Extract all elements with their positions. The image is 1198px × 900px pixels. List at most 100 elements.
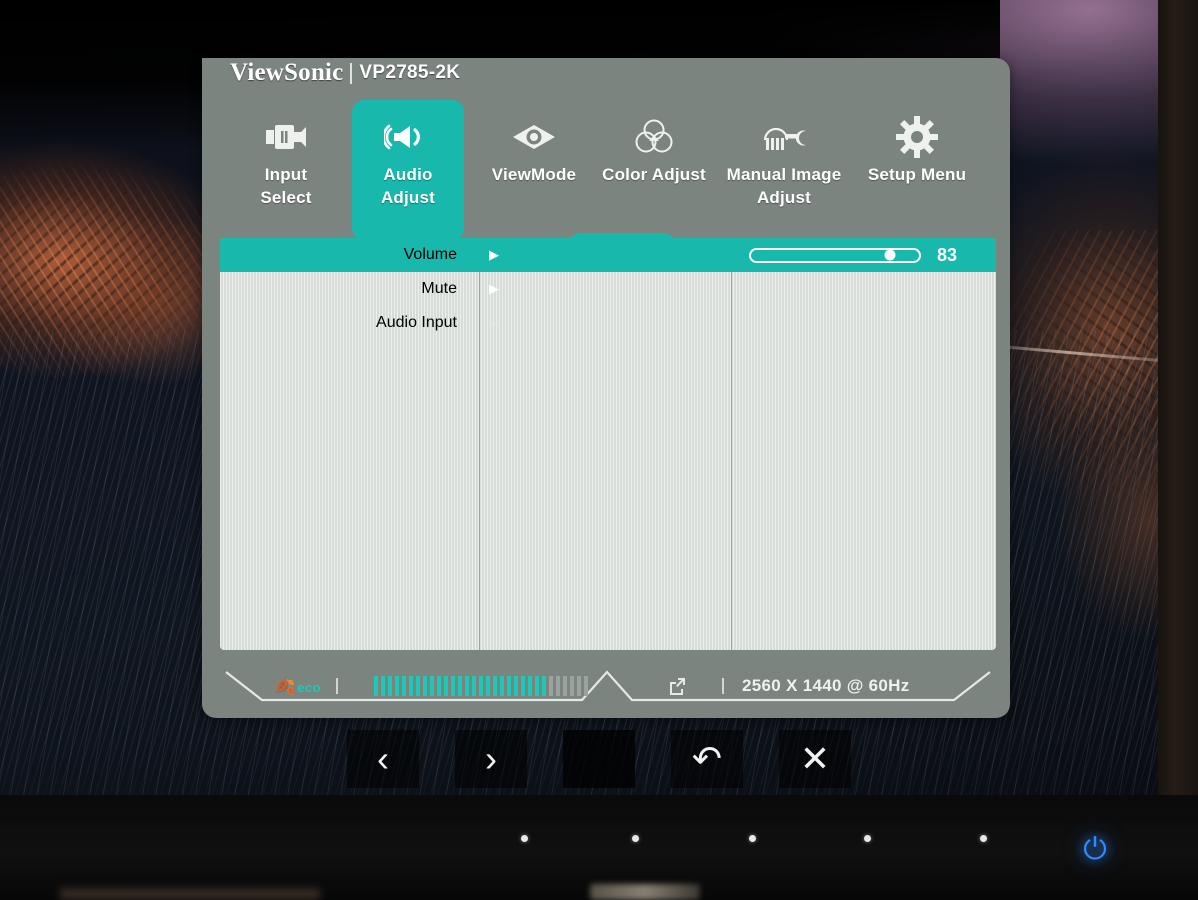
energy-meter-bar <box>472 676 476 696</box>
energy-meter <box>374 676 588 696</box>
status-separator-1 <box>336 678 338 694</box>
energy-meter-bar <box>556 676 560 696</box>
tab-label-input-select: Input Select <box>260 165 312 207</box>
energy-meter-bar <box>458 676 462 696</box>
power-icon: ⏻ <box>1083 833 1107 866</box>
tab-color-adjust[interactable]: Color Adjust <box>598 100 710 203</box>
tab-setup-menu[interactable]: Setup Menu <box>854 100 980 203</box>
status-separator-2 <box>722 678 724 694</box>
energy-meter-bar <box>514 676 518 696</box>
energy-meter-bar <box>570 676 574 696</box>
eco-label: eco <box>297 679 322 695</box>
power-button[interactable]: ⏻ <box>1077 832 1113 868</box>
menu-item-audio-input: Audio Input ▶ <box>220 306 731 340</box>
chevron-right-icon: › <box>485 737 497 779</box>
energy-meter-bar <box>584 676 588 696</box>
blank-button[interactable] <box>563 729 635 788</box>
tab-input-select[interactable]: Input Select <box>230 100 342 226</box>
tab-viewmode[interactable]: ViewMode <box>478 100 590 203</box>
energy-meter-bar <box>374 676 378 696</box>
panel-divider-2 <box>731 238 732 650</box>
tab-label-manual-image-adjust: Manual Image Adjust <box>726 165 842 207</box>
tab-label-setup-menu: Setup Menu <box>867 165 967 184</box>
eco-indicator: 🍂 eco <box>274 678 321 695</box>
chevron-right-icon: ▶ <box>489 315 499 330</box>
tab-label-color-adjust: Color Adjust <box>602 165 706 184</box>
osd-content-panel: Volume ▶ Mute ▶ Audio Input ▶ 83 <box>220 238 996 650</box>
tab-label-audio-adjust: Audio Adjust <box>380 165 436 207</box>
monitor-stand-reflection <box>590 884 700 900</box>
energy-meter-bar <box>549 676 553 696</box>
desk-surface-glow <box>60 888 320 900</box>
energy-meter-bar <box>528 676 532 696</box>
sliders-wrench-icon <box>759 114 809 160</box>
menu-item-volume[interactable]: Volume ▶ <box>220 238 731 272</box>
energy-meter-bar <box>451 676 455 696</box>
next-button[interactable]: › <box>455 729 527 788</box>
menu-label-volume: Volume <box>403 246 457 263</box>
energy-meter-bar <box>577 676 581 696</box>
energy-meter-bar <box>381 676 385 696</box>
gear-icon <box>895 114 939 160</box>
osd-key-hints: ‹ › ↶ ✕ <box>0 722 1198 795</box>
previous-button[interactable]: ‹ <box>347 729 419 788</box>
tab-audio-adjust[interactable]: Audio Adjust <box>352 100 464 240</box>
energy-meter-bar <box>542 676 546 696</box>
osd-brand-header: ViewSonic VP2785-2K <box>230 56 460 90</box>
energy-meter-bar <box>409 676 413 696</box>
energy-meter-bar <box>563 676 567 696</box>
energy-meter-bar <box>500 676 504 696</box>
back-arrow-icon: ↶ <box>691 737 723 779</box>
volume-slider-handle[interactable] <box>884 249 896 261</box>
input-connector-icon <box>264 114 308 160</box>
energy-meter-bar <box>402 676 406 696</box>
close-icon: ✕ <box>799 737 831 779</box>
bezel-indicator-dot[interactable] <box>521 835 528 842</box>
energy-meter-bar <box>486 676 490 696</box>
tab-manual-image-adjust[interactable]: Manual Image Adjust <box>716 100 852 226</box>
energy-meter-bar <box>388 676 392 696</box>
osd-status-bar: 🍂 eco 2560 X 1440 @ 60Hz <box>222 666 994 706</box>
chevron-right-icon: ▶ <box>489 281 499 296</box>
volume-value: 83 <box>937 244 958 265</box>
energy-meter-bar <box>423 676 427 696</box>
menu-label-mute: Mute <box>421 280 457 297</box>
color-circles-icon <box>632 114 676 160</box>
chevron-left-icon: ‹ <box>377 737 389 779</box>
monitor-screen: ViewSonic VP2785-2K Input Select Audio A… <box>0 0 1198 795</box>
brand-divider <box>350 62 353 84</box>
energy-meter-bar <box>521 676 525 696</box>
menu-item-mute[interactable]: Mute ▶ <box>220 272 731 306</box>
bezel-button-indicators <box>0 835 1198 849</box>
brand-name: ViewSonic <box>230 59 344 86</box>
energy-meter-bar <box>493 676 497 696</box>
speaker-waves-icon <box>384 114 432 160</box>
energy-meter-bar <box>430 676 434 696</box>
bezel-indicator-dot[interactable] <box>980 835 987 842</box>
tab-label-viewmode: ViewMode <box>491 165 577 184</box>
energy-meter-bar <box>535 676 539 696</box>
resolution-label: 2560 X 1440 @ 60Hz <box>742 676 910 695</box>
brand-model: VP2785-2K <box>359 62 461 83</box>
menu-label-audio-input: Audio Input <box>376 314 457 331</box>
bezel-indicator-dot[interactable] <box>632 835 639 842</box>
bezel-indicator-dot[interactable] <box>749 835 756 842</box>
osd-tab-bar: Input Select Audio Adjust ViewMode Color… <box>202 94 1010 252</box>
osd-menu: ViewSonic VP2785-2K Input Select Audio A… <box>202 58 1010 718</box>
exit-button[interactable]: ✕ <box>779 729 851 788</box>
energy-meter-bar <box>507 676 511 696</box>
volume-slider[interactable] <box>749 247 921 263</box>
energy-meter-bar <box>444 676 448 696</box>
energy-meter-bar <box>437 676 441 696</box>
energy-meter-bar <box>416 676 420 696</box>
bezel-indicator-dot[interactable] <box>864 835 871 842</box>
screen-right-edge <box>1158 0 1198 795</box>
chevron-right-icon: ▶ <box>489 247 499 262</box>
leaf-icon: 🍂 <box>274 676 296 696</box>
energy-meter-bar <box>479 676 483 696</box>
volume-value-area: 83 <box>731 238 996 272</box>
energy-meter-bar <box>395 676 399 696</box>
back-button[interactable]: ↶ <box>671 729 743 788</box>
eye-icon <box>510 114 558 160</box>
energy-meter-bar <box>465 676 469 696</box>
